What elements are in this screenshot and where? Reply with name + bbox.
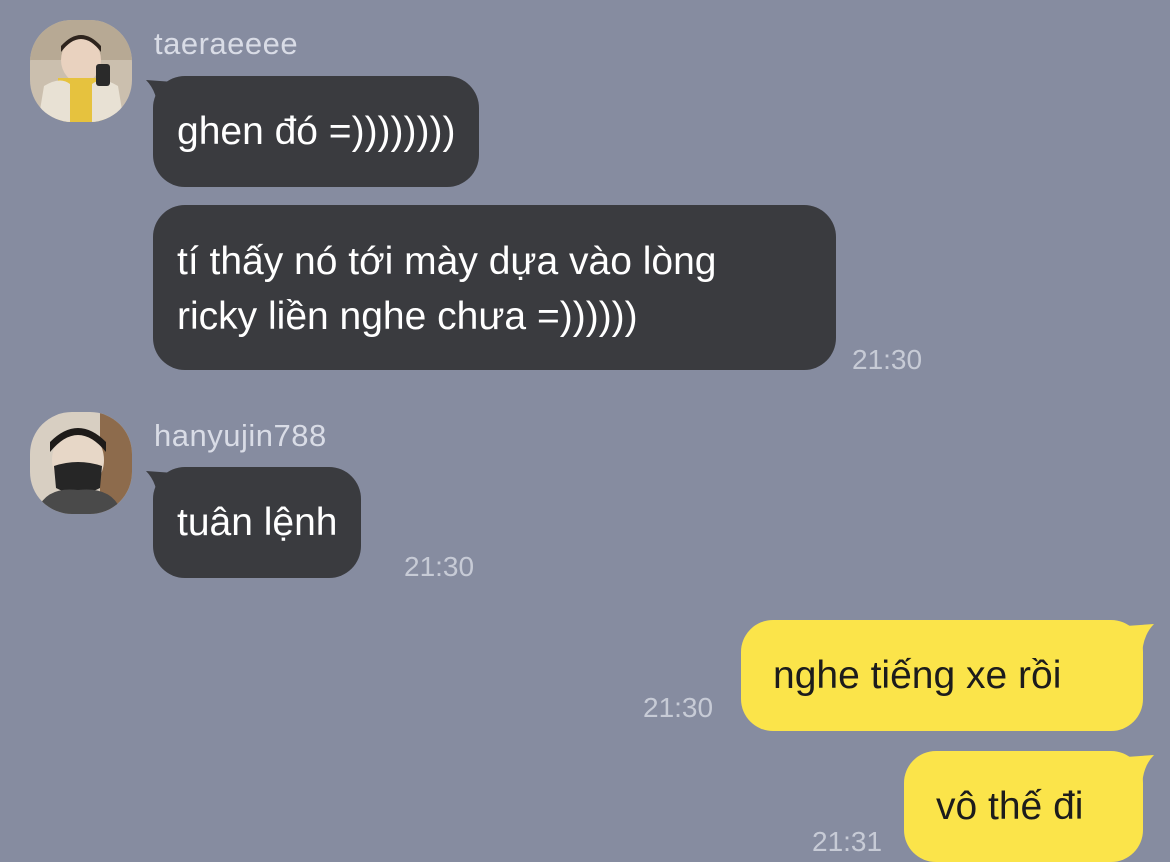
message-text: vô thế đi <box>936 785 1084 828</box>
message-text: tuân lệnh <box>177 501 338 544</box>
message-timestamp: 21:31 <box>812 826 883 857</box>
message-bubble[interactable]: tuân lệnh <box>153 467 362 578</box>
message-bubble[interactable]: nghe tiếng xe rồi <box>741 620 1143 731</box>
message-bubble[interactable]: ghen đó =)))))))) <box>153 76 480 187</box>
message-bubble[interactable]: vô thế đi <box>904 751 1143 862</box>
user-avatar-icon[interactable] <box>30 20 132 122</box>
message-timestamp: 21:30 <box>852 344 923 375</box>
message-text: nghe tiếng xe rồi <box>773 654 1062 697</box>
user-avatar-icon[interactable] <box>30 412 132 514</box>
bubble-tail <box>1126 755 1154 789</box>
sender-username: hanyujin788 <box>154 418 327 453</box>
message-text: ghen đó =)))))))) <box>177 110 456 153</box>
bubble-tail <box>1126 624 1154 658</box>
message-timestamp: 21:30 <box>404 551 475 582</box>
message-text: tí thấy nó tới mày dựa vào lòng <box>177 240 717 283</box>
message-bubble[interactable]: tí thấy nó tới mày dựa vào lòng ricky li… <box>153 205 836 370</box>
message-text: ricky liền nghe chưa =)))))) <box>177 295 638 338</box>
message-timestamp: 21:30 <box>643 692 714 723</box>
sender-username: taeraeeee <box>154 26 299 61</box>
